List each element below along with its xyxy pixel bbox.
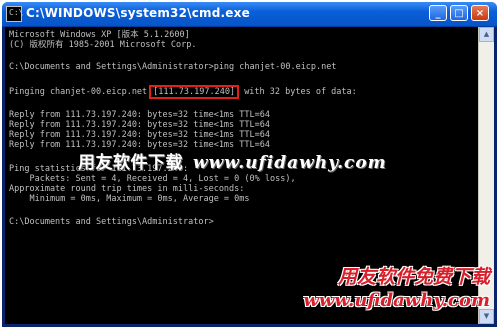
console-line-version: Microsoft Windows XP [版本 5.1.2600]: [9, 30, 190, 40]
corner-watermark-url: www.ufidawhy.com: [303, 290, 490, 311]
minimize-button[interactable]: _: [429, 5, 447, 21]
console-line-packets: Packets: Sent = 4, Received = 4, Lost = …: [9, 174, 296, 184]
pinging-prefix: Pinging chanjet-00.eicp.net: [9, 87, 148, 97]
console-line-pinging: Pinging chanjet-00.eicp.net [111.73.197.2…: [9, 85, 357, 99]
console-line-reply-2: Reply from 111.73.197.240: bytes=32 time…: [9, 120, 270, 130]
console-line-reply-1: Reply from 111.73.197.240: bytes=32 time…: [9, 110, 270, 120]
window-title: C:\WINDOWS\system32\cmd.exe: [26, 6, 250, 20]
console-line-rtt-values: Minimum = 0ms, Maximum = 0ms, Average = …: [9, 194, 250, 204]
pinging-suffix: with 32 bytes of data:: [244, 87, 357, 97]
close-button[interactable]: ×: [471, 5, 489, 21]
scroll-up-arrow-icon[interactable]: ▲: [479, 27, 494, 42]
center-watermark-url: www.ufidawhy.com: [193, 153, 387, 173]
maximize-button[interactable]: □: [450, 5, 468, 21]
console-line-command: C:\Documents and Settings\Administrator>…: [9, 62, 337, 72]
title-bar[interactable]: C:\ C:\WINDOWS\system32\cmd.exe _ □ ×: [2, 2, 497, 27]
console-line-reply-3: Reply from 111.73.197.240: bytes=32 time…: [9, 130, 270, 140]
scroll-down-arrow-icon[interactable]: ▼: [479, 309, 494, 324]
cmd-icon-glyph: C:\: [9, 8, 24, 17]
ip-highlight-box: [111.73.197.240]: [149, 85, 240, 99]
console-line-prompt: C:\Documents and Settings\Administrator>: [9, 217, 214, 227]
cmd-app-icon[interactable]: C:\: [6, 6, 24, 22]
console-line-copyright: (C) 版权所有 1985-2001 Microsoft Corp.: [9, 40, 197, 50]
center-watermark-text: 用友软件下载: [78, 153, 183, 173]
console-line-rtt-header: Approximate round trip times in milli-se…: [9, 184, 245, 194]
center-watermark: 用友软件下载 www.ufidawhy.com: [78, 148, 387, 173]
corner-watermark-text: 用友软件免费下载: [337, 266, 490, 288]
